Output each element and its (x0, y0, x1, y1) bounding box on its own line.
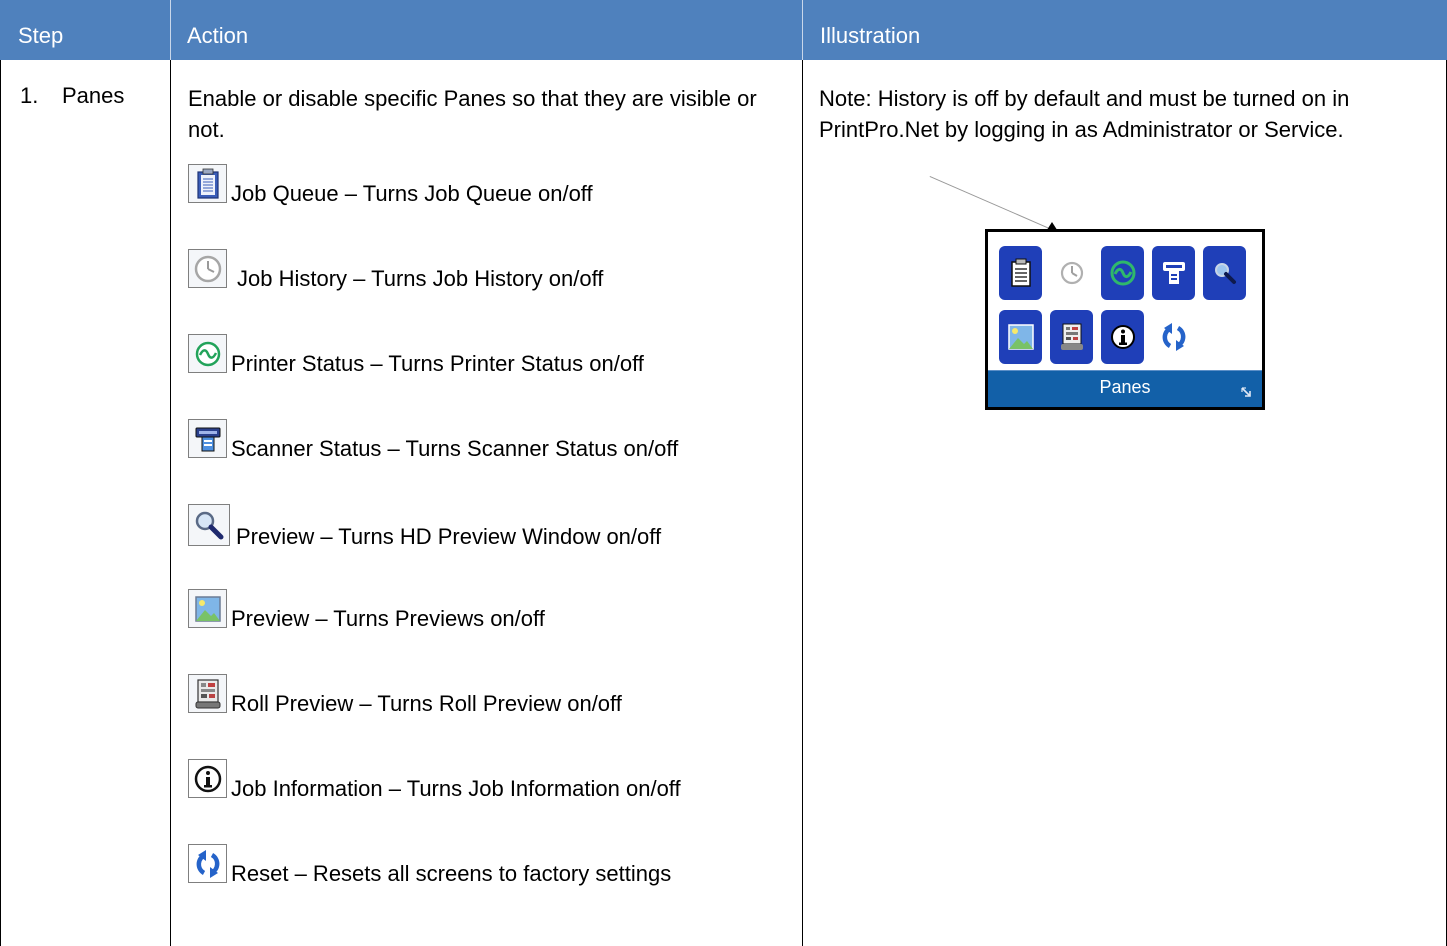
pane-item-scanner-status: Scanner Status – Turns Scanner Status on… (188, 419, 678, 461)
header-action: Action (187, 23, 249, 48)
action-cell: Enable or disable specific Panes so that… (188, 83, 788, 145)
pane-item-hd-preview: Preview – Turns HD Preview Window on/off (188, 504, 661, 549)
pane-item-text: Preview – Turns Previews on/off (231, 606, 545, 631)
pane-item-text: Reset – Resets all screens to factory se… (231, 861, 672, 886)
clipboard-icon (188, 164, 227, 203)
pane-item-text: Job History – Turns Job History on/off (237, 266, 604, 291)
pane-item-reset: Reset – Resets all screens to factory se… (188, 844, 671, 886)
header-divider (170, 0, 171, 60)
ribbon-job-history-button (1050, 246, 1093, 300)
document-page: Step Action Illustration 1. Panes Enable … (0, 0, 1447, 946)
ribbon-hd-preview-button (1203, 246, 1246, 300)
pane-item-text: Printer Status – Turns Printer Status on… (231, 351, 644, 376)
table-border-col1 (170, 60, 171, 946)
printer-status-icon (188, 334, 227, 373)
roll-preview-icon (188, 674, 227, 713)
ribbon-reset-button (1152, 310, 1195, 364)
illustration-note: Note: History is off by default and must… (819, 86, 1350, 142)
ribbon-previews-button (999, 310, 1042, 364)
pane-item-job-history: Job History – Turns Job History on/off (188, 249, 603, 291)
pane-item-roll-preview: Roll Preview – Turns Roll Preview on/off (188, 674, 622, 716)
image-icon (188, 589, 227, 628)
ribbon-group-label: Panes (988, 370, 1262, 407)
ribbon-roll-preview-button (1050, 310, 1093, 364)
table-border-col2 (802, 60, 803, 946)
pane-item-text: Job Queue – Turns Job Queue on/off (231, 181, 593, 206)
step-cell: 1. Panes (20, 83, 124, 109)
pane-item-printer-status: Printer Status – Turns Printer Status on… (188, 334, 644, 376)
header-illustration: Illustration (820, 23, 921, 48)
header-divider (802, 0, 803, 60)
pane-item-text: Scanner Status – Turns Scanner Status on… (231, 436, 679, 461)
table-border-left (0, 60, 1, 946)
ribbon-job-information-button (1101, 310, 1144, 364)
pane-item-job-queue: Job Queue – Turns Job Queue on/off (188, 164, 593, 206)
pane-item-text: Preview – Turns HD Preview Window on/off (236, 524, 662, 549)
scanner-icon (188, 419, 227, 458)
header-step: Step (18, 23, 64, 48)
pane-item-previews: Preview – Turns Previews on/off (188, 589, 545, 631)
step-number: 1. (20, 83, 39, 108)
magnifier-icon (188, 504, 230, 546)
reset-icon (188, 844, 227, 883)
clock-icon (188, 249, 227, 288)
dialog-launcher-icon (1241, 387, 1251, 397)
step-name: Panes (62, 83, 125, 108)
ribbon-printer-status-button (1101, 246, 1144, 300)
ribbon-job-queue-button (999, 246, 1042, 300)
info-icon (188, 759, 227, 798)
callout-line (929, 176, 1049, 229)
table-header: Step Action Illustration (0, 0, 1447, 60)
pane-item-text: Job Information – Turns Job Information … (231, 776, 681, 801)
pane-item-job-information: Job Information – Turns Job Information … (188, 759, 681, 801)
ribbon-scanner-status-button (1152, 246, 1195, 300)
pane-item-text: Roll Preview – Turns Roll Preview on/off (231, 691, 622, 716)
panes-ribbon-screenshot: Panes (985, 229, 1265, 410)
action-intro: Enable or disable specific Panes so that… (188, 86, 757, 142)
